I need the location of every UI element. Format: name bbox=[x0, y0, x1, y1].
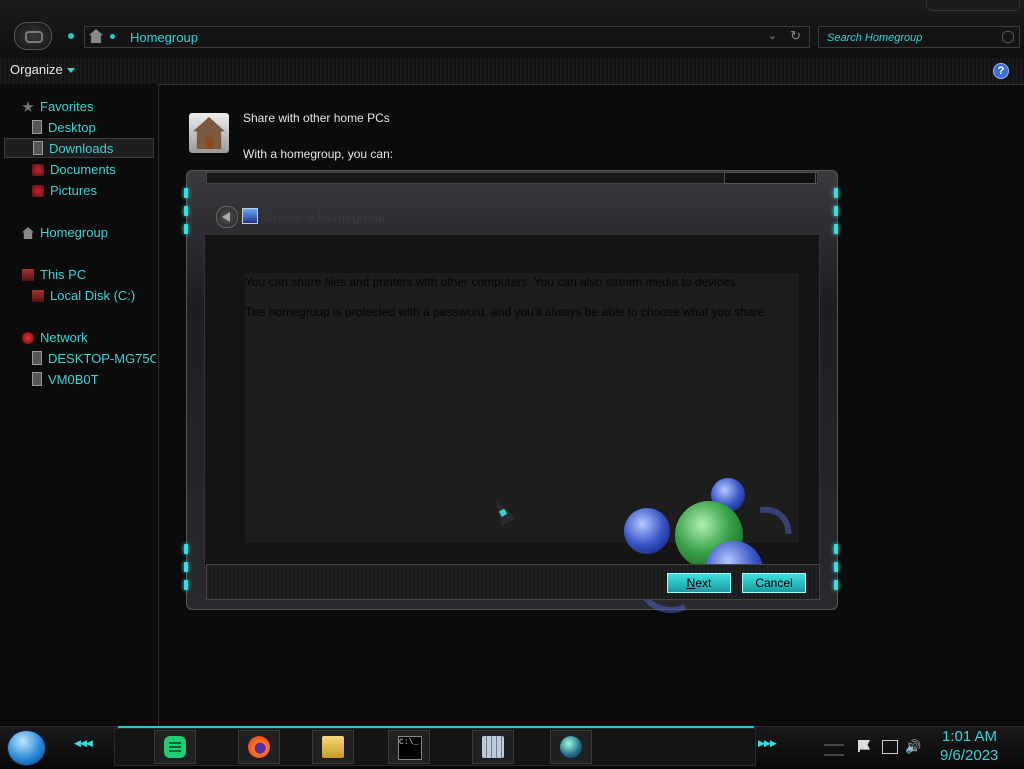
dialog-text-line: You can share files and printers with ot… bbox=[245, 275, 739, 289]
organize-menu-button[interactable]: Organize bbox=[10, 62, 75, 77]
clock-time[interactable]: 1:01 AM bbox=[942, 728, 997, 745]
sidebar-item-favorites[interactable]: Favorites bbox=[22, 97, 93, 117]
sidebar-item-label: Pictures bbox=[50, 183, 97, 198]
taskbar-app-calculator[interactable] bbox=[472, 730, 514, 764]
sidebar-item-local-disk[interactable]: Local Disk (C:) bbox=[32, 286, 135, 306]
frame-led bbox=[184, 224, 188, 234]
network-icon bbox=[22, 332, 34, 344]
back-forward-icon[interactable] bbox=[14, 22, 52, 50]
sidebar-item-label: Downloads bbox=[49, 141, 114, 156]
search-input[interactable] bbox=[825, 29, 999, 46]
search-box[interactable] bbox=[818, 26, 1020, 48]
sidebar-item-label: This PC bbox=[40, 267, 87, 282]
taskbar-app-notes[interactable] bbox=[154, 730, 196, 764]
sidebar-item-vm0b0t[interactable]: VM0B0T bbox=[32, 370, 99, 390]
notes-app-icon bbox=[164, 736, 186, 758]
sidebar-item-network[interactable]: Network bbox=[22, 328, 88, 348]
page-title: Share with other home PCs bbox=[243, 111, 390, 125]
sidebar-item-label: VM0B0T bbox=[48, 372, 99, 387]
frame-led bbox=[834, 544, 838, 554]
homegroup-network-icon bbox=[242, 208, 258, 224]
desktop-icon bbox=[32, 120, 42, 134]
search-icon[interactable] bbox=[1002, 31, 1014, 43]
command-bar: Organize ? bbox=[0, 58, 1024, 85]
back-arrow-icon[interactable] bbox=[216, 206, 238, 228]
homegroup-icon bbox=[89, 29, 103, 43]
address-bar[interactable]: Homegroup ⌄ ↻ bbox=[84, 26, 810, 48]
next-button[interactable]: Next bbox=[667, 573, 731, 593]
documents-icon bbox=[32, 164, 44, 176]
globe-icon bbox=[560, 736, 582, 758]
sidebar-item-documents[interactable]: Documents bbox=[32, 160, 116, 180]
drive-icon bbox=[32, 290, 44, 302]
navigation-pane: Favorites Desktop Downloads Documents Pi… bbox=[0, 84, 159, 726]
homegroup-icon bbox=[22, 227, 34, 239]
taskbar-app-firefox[interactable] bbox=[238, 730, 280, 764]
sidebar-item-desktop-pc[interactable]: DESKTOP-MG75C bbox=[32, 349, 156, 369]
taskbar-app-strip bbox=[114, 728, 756, 766]
sidebar-item-label: Favorites bbox=[40, 99, 94, 114]
volume-icon[interactable]: 🔊 bbox=[905, 739, 921, 755]
sidebar-item-this-pc[interactable]: This PC bbox=[22, 265, 86, 285]
create-homegroup-dialog: Create a Homegroup You can share files a… bbox=[184, 170, 838, 624]
taskbar-led-decoration: ◀◀◀ bbox=[74, 738, 93, 748]
caret-down-icon bbox=[66, 68, 75, 74]
star-icon bbox=[22, 101, 34, 112]
sidebar-item-label: Network bbox=[40, 330, 88, 345]
folder-icon bbox=[322, 736, 344, 758]
computer-icon bbox=[32, 351, 42, 365]
sidebar-item-label: Desktop bbox=[48, 120, 96, 135]
taskbar-led-decoration: ▶▶▶ bbox=[758, 738, 777, 748]
dialog-button-bar: Next Cancel bbox=[206, 564, 820, 600]
sidebar-item-label: DESKTOP-MG75C bbox=[48, 351, 156, 366]
refresh-icon[interactable]: ↻ bbox=[790, 28, 801, 44]
frame-led bbox=[184, 188, 188, 198]
homegroup-house-icon bbox=[189, 113, 229, 153]
frame-led bbox=[834, 188, 838, 198]
sidebar-item-homegroup[interactable]: Homegroup bbox=[22, 223, 108, 243]
organize-label: Organize bbox=[10, 62, 63, 77]
recent-locations-icon[interactable] bbox=[68, 33, 74, 39]
frame-led bbox=[834, 224, 838, 234]
calculator-icon bbox=[482, 736, 504, 758]
chevron-down-icon[interactable]: ⌄ bbox=[768, 29, 777, 42]
sidebar-item-label: Documents bbox=[50, 162, 116, 177]
homegroup-sphere-icon bbox=[624, 508, 670, 554]
cancel-button[interactable]: Cancel bbox=[742, 573, 806, 593]
start-button-icon[interactable] bbox=[7, 730, 46, 766]
frame-led bbox=[184, 544, 188, 554]
page-subtitle: With a homegroup, you can: bbox=[243, 147, 394, 161]
frame-led bbox=[834, 562, 838, 572]
frame-led bbox=[184, 580, 188, 590]
taskbar-app-command-prompt[interactable]: C:\_ bbox=[388, 730, 430, 764]
window-caption-controls[interactable] bbox=[926, 0, 1020, 11]
computer-icon bbox=[22, 269, 34, 281]
sidebar-item-pictures[interactable]: Pictures bbox=[32, 181, 97, 201]
breadcrumb-separator-icon[interactable] bbox=[110, 34, 115, 39]
next-label: ext bbox=[695, 576, 712, 590]
pictures-icon bbox=[32, 185, 44, 197]
breadcrumb-homegroup[interactable]: Homegroup bbox=[130, 30, 198, 45]
clock-date[interactable]: 9/6/2023 bbox=[940, 747, 998, 764]
downloads-icon bbox=[33, 141, 43, 155]
frame-led bbox=[184, 206, 188, 216]
taskbar-app-internet-explorer[interactable] bbox=[550, 730, 592, 764]
sidebar-item-downloads[interactable]: Downloads bbox=[4, 138, 154, 158]
firefox-icon bbox=[248, 736, 270, 758]
show-hidden-icons-icon[interactable] bbox=[824, 744, 844, 756]
frame-led bbox=[834, 206, 838, 216]
terminal-icon: C:\_ bbox=[398, 736, 422, 760]
dialog-caption-plate bbox=[724, 172, 816, 184]
taskbar-app-file-explorer[interactable] bbox=[312, 730, 354, 764]
network-tray-icon[interactable] bbox=[882, 740, 898, 754]
dialog-title: Create a Homegroup bbox=[264, 209, 386, 224]
computer-icon bbox=[32, 372, 42, 386]
help-icon[interactable]: ? bbox=[993, 63, 1009, 79]
frame-led bbox=[184, 562, 188, 572]
frame-led bbox=[834, 580, 838, 590]
sidebar-item-label: Local Disk (C:) bbox=[50, 288, 136, 303]
sidebar-item-desktop[interactable]: Desktop bbox=[32, 118, 96, 138]
sidebar-item-label: Homegroup bbox=[40, 225, 108, 240]
dialog-text-line: The homegroup is protected with a passwo… bbox=[245, 305, 768, 319]
